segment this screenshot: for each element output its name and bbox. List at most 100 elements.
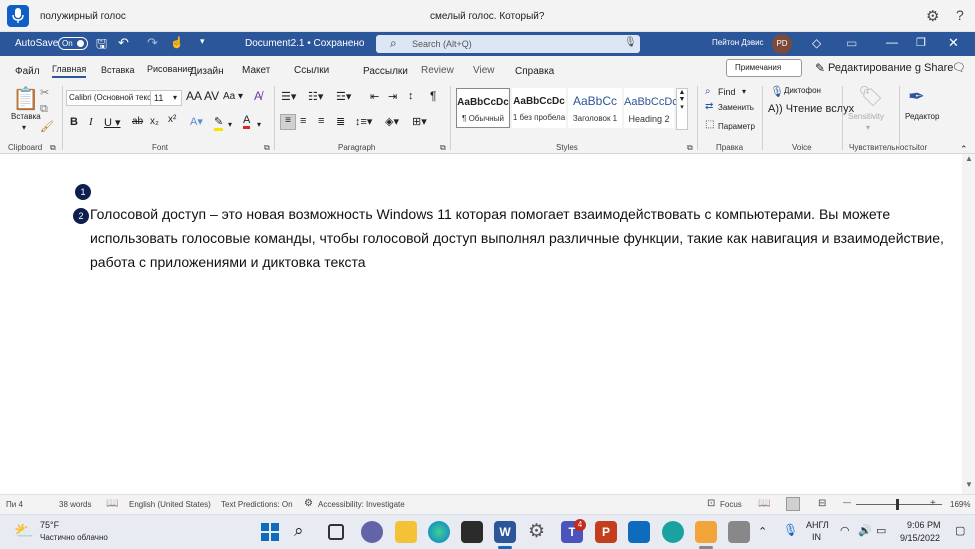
select-button[interactable]: Параметр — [718, 122, 755, 131]
superscript-icon[interactable]: x² — [168, 114, 176, 125]
align-left-icon[interactable]: ≡ — [280, 114, 296, 130]
diamond-icon[interactable]: ◇ — [812, 36, 821, 50]
sensitivity-dropdown-icon[interactable]: ▾ — [866, 123, 870, 132]
document-body-text[interactable]: Голосовой доступ – это новая возможность… — [90, 202, 950, 274]
vertical-scrollbar[interactable]: ▲ ▼ — [962, 154, 975, 494]
touch-mode-icon[interactable]: ☝ — [170, 36, 184, 49]
sensitivity-button[interactable]: Sensitivity — [848, 112, 884, 121]
minimize-icon[interactable]: — — [886, 35, 898, 49]
paste-button[interactable]: Вставка — [11, 112, 41, 121]
font-color-icon[interactable]: A — [243, 114, 251, 129]
decrease-indent-icon[interactable]: ⇤ — [370, 90, 379, 103]
editing-mode-button[interactable]: Редактирование g Share — [828, 62, 953, 74]
redo-icon[interactable]: ↷ — [147, 35, 158, 51]
dictate-button[interactable]: Диктофон — [784, 86, 821, 95]
scroll-up-icon[interactable]: ▲ — [965, 154, 973, 163]
style-normal[interactable]: AaBbCcDc ¶ Обычный — [456, 88, 510, 128]
text-predictions-status[interactable]: Text Predictions: On — [221, 500, 293, 509]
zoom-out-icon[interactable]: — — [843, 498, 851, 507]
clock-time[interactable]: 9:06 PM — [907, 520, 941, 530]
paste-dropdown-icon[interactable]: ▾ — [22, 123, 26, 132]
chat-icon[interactable] — [361, 521, 383, 543]
more-styles-icon[interactable]: ▾ — [677, 103, 687, 111]
powerpoint-icon[interactable]: P — [595, 521, 617, 543]
page-indicator[interactable]: Пи 4 — [6, 500, 23, 509]
font-name-box[interactable]: Calibri (Основной текст) — [66, 90, 156, 106]
weather-desc[interactable]: Частично облачно — [40, 533, 108, 542]
copy-icon[interactable]: ⧉ — [40, 103, 48, 116]
highlight-dropdown-icon[interactable]: ▾ — [228, 120, 232, 129]
text-effects-icon[interactable]: A▾ — [190, 115, 203, 128]
word-count[interactable]: 38 words — [59, 500, 91, 509]
align-right-icon[interactable]: ≡ — [318, 115, 324, 127]
borders-icon[interactable]: ⊞▾ — [412, 115, 427, 128]
paragraph-number-badge[interactable]: 2 — [73, 208, 89, 224]
shading-icon[interactable]: ◈▾ — [385, 115, 399, 128]
tab-references[interactable]: Ссылки — [294, 65, 329, 76]
font-launcher-icon[interactable]: ⧉ — [264, 143, 270, 153]
strikethrough-icon[interactable]: ab — [132, 116, 143, 127]
battery-icon[interactable]: ▭ — [876, 524, 886, 537]
voice-mic-button[interactable] — [7, 5, 29, 27]
tab-help[interactable]: Справка — [515, 66, 554, 77]
tab-review[interactable]: Review — [421, 65, 454, 76]
search-icon[interactable]: ⌕ — [294, 521, 304, 541]
weather-icon[interactable]: ⛅ — [14, 521, 34, 541]
close-icon[interactable]: ✕ — [948, 35, 959, 51]
sort-icon[interactable]: ↕ — [408, 90, 414, 102]
clipboard-launcher-icon[interactable]: ⧉ — [50, 143, 56, 153]
grow-font-icon[interactable]: AA — [186, 89, 202, 103]
comment-icon[interactable]: 🗨 — [952, 61, 966, 74]
paragraph-number-badge[interactable]: 1 — [75, 184, 91, 200]
store-icon[interactable] — [461, 521, 483, 543]
help-icon[interactable]: ? — [956, 7, 964, 23]
volume-icon[interactable]: 🔊 — [858, 524, 872, 537]
web-layout-icon[interactable]: ⊟ — [818, 498, 826, 509]
tab-design[interactable]: Дизайн — [190, 66, 224, 77]
zoom-slider-thumb[interactable] — [896, 499, 899, 510]
underline-icon[interactable]: U ▾ — [104, 116, 121, 129]
shrink-font-icon[interactable]: AV — [204, 89, 219, 103]
mail-icon[interactable] — [628, 521, 650, 543]
editor-button[interactable]: Редактор — [905, 112, 939, 121]
input-language-primary[interactable]: АНГЛ — [806, 520, 829, 530]
wifi-icon[interactable]: ◠ — [840, 524, 850, 537]
task-view-icon[interactable] — [328, 524, 344, 540]
edge-icon[interactable] — [428, 521, 450, 543]
ribbon-display-icon[interactable]: ▭ — [846, 36, 857, 50]
start-icon[interactable] — [259, 521, 281, 543]
tab-view[interactable]: View — [473, 65, 495, 76]
highlight-icon[interactable]: ✎ — [214, 115, 224, 131]
tab-file[interactable]: Файл — [15, 66, 40, 77]
font-color-dropdown-icon[interactable]: ▾ — [257, 120, 261, 129]
accessibility-status[interactable]: Accessibility: Investigate — [318, 500, 405, 509]
clear-formatting-icon[interactable]: A̸ — [254, 89, 262, 103]
find-dropdown-icon[interactable]: ▾ — [742, 87, 746, 96]
clock-date[interactable]: 9/15/2022 — [900, 533, 940, 543]
tab-mailings[interactable]: Рассылки — [363, 66, 408, 77]
word-app-icon[interactable]: W — [494, 521, 516, 543]
change-case-icon[interactable]: Aa ▾ — [223, 91, 243, 102]
settings-icon[interactable]: ⚙ — [528, 520, 545, 543]
show-marks-icon[interactable]: ¶ — [430, 89, 436, 103]
read-mode-icon[interactable]: 📖 — [758, 498, 770, 509]
style-heading-1[interactable]: AaBbCc Заголовок 1 — [568, 88, 622, 128]
avatar[interactable]: PD — [772, 34, 792, 54]
chevron-up-icon[interactable]: ⌃ — [758, 525, 767, 538]
people-icon[interactable] — [662, 521, 684, 543]
pinned-app-icon[interactable] — [728, 521, 750, 543]
dictate-icon[interactable]: 🎙 — [770, 85, 784, 98]
zoom-level[interactable]: 169% — [950, 500, 970, 509]
find-icon[interactable]: ⌕ — [705, 86, 711, 97]
cut-icon[interactable]: ✂ — [40, 86, 49, 99]
scroll-down-icon[interactable]: ▼ — [965, 480, 973, 489]
replace-button[interactable]: Заменить — [718, 103, 754, 112]
bullets-icon[interactable]: ☰▾ — [281, 90, 296, 103]
search-box[interactable]: ⌕ Search (Alt+Q) 🎙 — [376, 35, 640, 53]
chevron-down-icon[interactable]: ▼ — [677, 96, 687, 103]
line-spacing-icon[interactable]: ↕≡▾ — [355, 115, 372, 128]
italic-icon[interactable]: I — [89, 116, 93, 128]
increase-indent-icon[interactable]: ⇥ — [388, 90, 397, 103]
paste-icon[interactable]: 📋 — [12, 86, 39, 112]
customize-qat-icon[interactable]: ▾ — [200, 36, 205, 47]
